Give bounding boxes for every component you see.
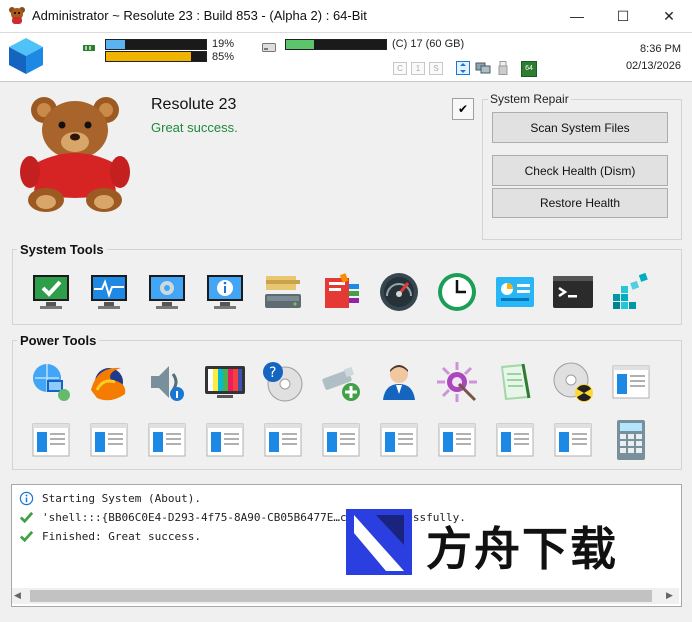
maximize-icon: ☐ <box>616 7 630 24</box>
log-text: Starting System (About). <box>42 491 201 505</box>
network-icon[interactable] <box>475 61 491 75</box>
registry-blocks-icon[interactable] <box>609 270 653 314</box>
log-text: Finished: Great success. <box>42 529 201 543</box>
window-app-icon[interactable] <box>493 418 537 462</box>
calculator-icon[interactable] <box>609 418 653 462</box>
minimize-button[interactable]: — <box>554 0 600 32</box>
disk-meter <box>285 39 387 50</box>
disk-usage-label: (C) 17 (60 GB) <box>392 38 465 50</box>
cpu-meter-fill <box>106 40 125 49</box>
magic-sun-icon[interactable] <box>435 360 479 404</box>
status-message: Great success. <box>151 120 238 135</box>
usb-icon[interactable] <box>498 61 508 75</box>
window-title: Administrator ~ Resolute 23 : Build 853 … <box>32 8 367 23</box>
burn-disc-icon[interactable] <box>551 360 595 404</box>
color-tv-icon[interactable] <box>203 360 247 404</box>
scrollbar-thumb[interactable] <box>30 590 652 602</box>
check-icon <box>18 509 34 525</box>
system-tools-title: System Tools <box>17 242 107 257</box>
clock-icon[interactable] <box>435 270 479 314</box>
speedometer-icon[interactable] <box>377 270 421 314</box>
window-app-icon[interactable] <box>145 418 189 462</box>
command-prompt-icon[interactable] <box>551 270 595 314</box>
sound-volume-icon[interactable] <box>145 360 189 404</box>
update-sync-icon[interactable] <box>456 61 470 75</box>
ram-meter <box>105 51 207 62</box>
scroll-left-icon[interactable]: ◀ <box>14 590 21 601</box>
disk-meter-fill <box>286 40 314 49</box>
64-bit-badge-icon: 64 <box>521 61 537 77</box>
user-account-icon[interactable] <box>377 360 421 404</box>
indicator-1: 1 <box>411 62 425 75</box>
system-settings-icon[interactable] <box>145 270 189 314</box>
help-disc-icon[interactable]: ? <box>261 360 305 404</box>
disk-drive-icon[interactable] <box>261 270 305 314</box>
performance-monitor-icon[interactable] <box>87 270 131 314</box>
minimize-icon: — <box>570 8 584 24</box>
window-app-icon[interactable] <box>87 418 131 462</box>
scan-system-files-button[interactable]: Scan System Files <box>492 112 668 143</box>
window-app-icon[interactable] <box>551 418 595 462</box>
ram-meter-fill <box>106 52 191 61</box>
info-icon <box>18 490 34 506</box>
system-info-icon[interactable] <box>203 270 247 314</box>
log-line: Starting System (About). <box>18 490 201 506</box>
firefox-globe-icon[interactable] <box>87 360 131 404</box>
svg-text:?: ? <box>269 365 276 381</box>
watermark-text: 方舟下载 <box>426 522 618 576</box>
option-checkbox[interactable]: ✔ <box>452 98 474 120</box>
clock-time: 8:36 PM <box>640 43 681 55</box>
watermark: 方舟下载 <box>346 507 656 577</box>
cpu-meter <box>105 39 207 50</box>
ram-percent: 85% <box>212 51 235 63</box>
window-app-icon[interactable] <box>203 418 247 462</box>
log-line: Finished: Great success. <box>18 528 201 544</box>
system-repair-title: System Repair <box>488 92 571 106</box>
indicator-c: C <box>393 62 407 75</box>
app-name: Resolute 23 <box>151 96 237 113</box>
close-icon: ✕ <box>663 7 675 24</box>
maximize-button[interactable]: ☐ <box>600 0 646 32</box>
scroll-right-icon[interactable]: ▶ <box>666 590 673 601</box>
security-check-icon[interactable] <box>29 270 73 314</box>
window-app-icon[interactable] <box>29 418 73 462</box>
teddy-bear-mascot <box>16 92 134 214</box>
check-health-button[interactable]: Check Health (Dism) <box>492 155 668 186</box>
notepad-icon[interactable] <box>493 360 537 404</box>
add-usb-icon[interactable] <box>319 360 363 404</box>
window-app-icon[interactable] <box>609 360 653 404</box>
window-app-icon[interactable] <box>435 418 479 462</box>
cube-logo-icon <box>6 36 46 76</box>
power-tools-title: Power Tools <box>17 333 100 348</box>
cpu-chip-icon <box>82 41 96 51</box>
window-app-icon[interactable] <box>377 418 421 462</box>
cpu-percent: 19% <box>212 38 235 50</box>
window-app-icon[interactable] <box>319 418 363 462</box>
clock-date: 02/13/2026 <box>625 60 681 72</box>
dashboard-icon[interactable] <box>493 270 537 314</box>
network-globe-icon[interactable] <box>29 360 73 404</box>
restore-health-button[interactable]: Restore Health <box>492 188 668 218</box>
office-apps-icon[interactable] <box>319 270 363 314</box>
drive-icon <box>262 41 276 52</box>
close-button[interactable]: ✕ <box>646 0 692 32</box>
window-app-icon[interactable] <box>261 418 305 462</box>
indicator-s: S <box>429 62 443 75</box>
teddy-bear-app-icon <box>8 6 26 24</box>
check-icon <box>18 528 34 544</box>
